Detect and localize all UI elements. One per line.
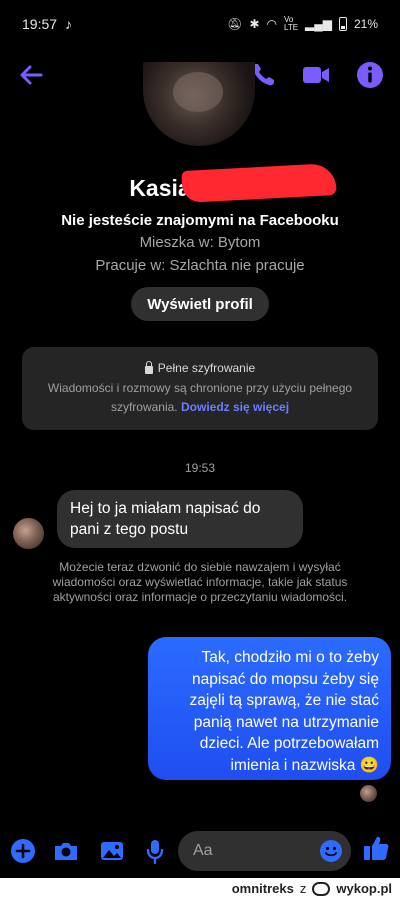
gallery-icon[interactable] bbox=[98, 837, 126, 865]
encryption-title: Pełne szyfrowanie bbox=[157, 361, 256, 375]
system-notice: Możecie teraz dzwonić do siebie nawzajem… bbox=[52, 560, 348, 604]
back-arrow-icon[interactable] bbox=[16, 60, 46, 90]
watermark-z: z bbox=[299, 881, 307, 896]
like-icon[interactable] bbox=[361, 833, 391, 863]
camera-icon[interactable] bbox=[52, 837, 80, 865]
message-input-placeholder: Aa bbox=[193, 842, 213, 859]
seen-avatar bbox=[360, 785, 377, 802]
status-icons: 🔕︎ ✱ ◠ Vo LTE ▂▄▆ 21% bbox=[227, 16, 378, 32]
message-input[interactable]: Aa bbox=[178, 831, 351, 871]
microphone-icon[interactable] bbox=[141, 837, 169, 865]
battery-icon bbox=[338, 17, 347, 31]
encryption-card: Pełne szyfrowanie Wiadomości i rozmowy s… bbox=[22, 347, 378, 430]
emoji-icon[interactable] bbox=[319, 839, 343, 863]
info-icon[interactable] bbox=[355, 60, 385, 90]
wykop-logo-icon bbox=[312, 881, 331, 896]
lock-icon bbox=[144, 360, 153, 374]
profile-work: Pracuje w: Szlachta nie pracuje bbox=[95, 257, 305, 274]
plus-icon[interactable] bbox=[9, 837, 37, 865]
encryption-description: Wiadomości i rozmowy są chronione przy u… bbox=[22, 379, 378, 417]
wifi-icon: ◠ bbox=[266, 17, 277, 31]
battery-percent: 21% bbox=[353, 17, 378, 31]
profile-location: Mieszka w: Bytom bbox=[139, 234, 261, 251]
message-composer: Aa bbox=[0, 828, 400, 878]
mute-icon: 🔕︎ bbox=[227, 17, 243, 31]
friendship-status: Nie jesteście znajomymi na Facebooku bbox=[61, 212, 339, 229]
outgoing-message[interactable]: Tak, chodziło mi o to żeby napisać do mo… bbox=[148, 637, 391, 780]
view-profile-button[interactable]: Wyświetl profil bbox=[131, 287, 269, 321]
watermark-site: wykop.pl bbox=[336, 881, 392, 896]
signal-icon: ▂▄▆ bbox=[305, 17, 332, 31]
encryption-title-row: Pełne szyfrowanie bbox=[22, 360, 378, 375]
network-label: Vo LTE bbox=[284, 15, 299, 32]
message-timestamp: 19:53 bbox=[184, 461, 216, 475]
watermark-bar: omnitreks z wykop.pl bbox=[0, 878, 400, 899]
incoming-message[interactable]: Hej to ja miałam napisać do pani z tego … bbox=[57, 490, 303, 548]
bluetooth-icon: ✱ bbox=[249, 17, 260, 31]
status-bar: 19:57 ♪ 🔕︎ ✱ ◠ Vo LTE ▂▄▆ 21% bbox=[0, 0, 400, 48]
learn-more-link[interactable]: Dowiedz się więcej bbox=[181, 400, 289, 414]
sender-avatar[interactable] bbox=[13, 518, 44, 549]
profile-avatar[interactable] bbox=[143, 62, 255, 146]
status-time: 19:57 bbox=[22, 16, 58, 32]
video-camera-icon[interactable] bbox=[301, 60, 331, 90]
tiktok-icon: ♪ bbox=[65, 16, 73, 32]
watermark-author: omnitreks bbox=[231, 881, 294, 896]
